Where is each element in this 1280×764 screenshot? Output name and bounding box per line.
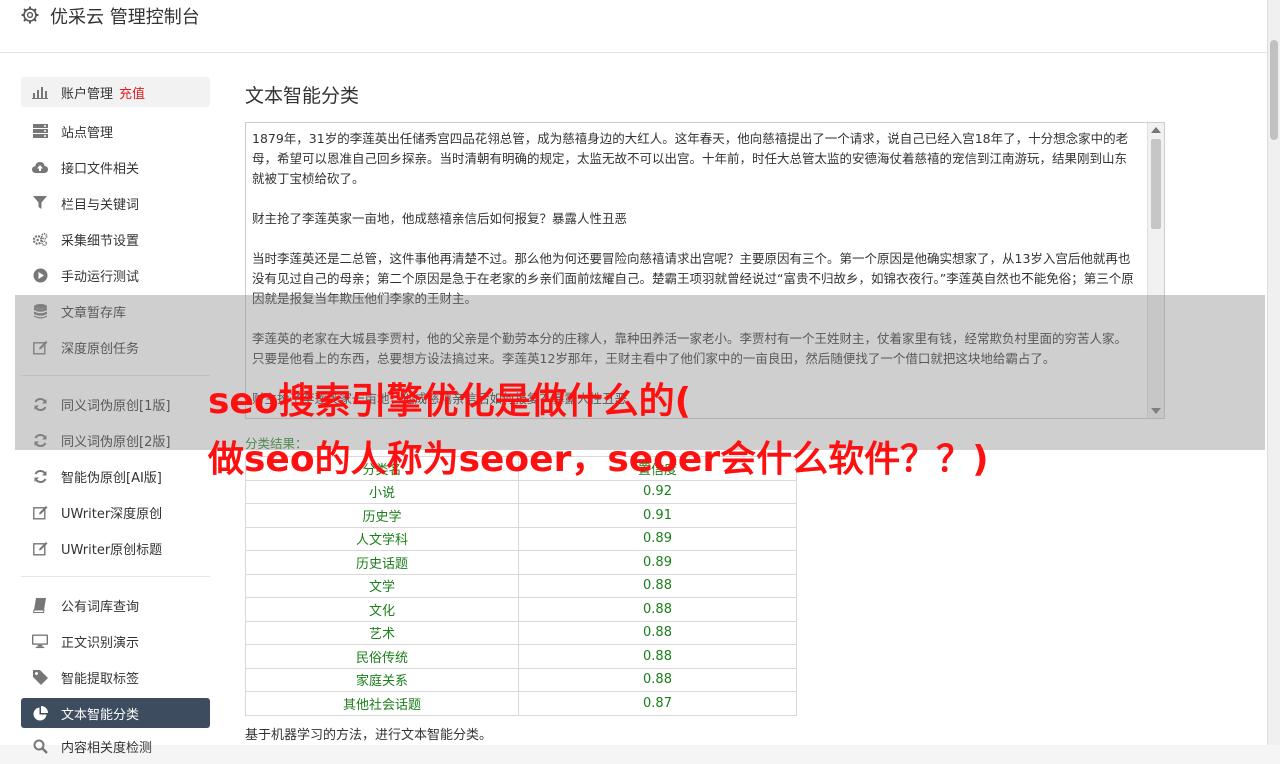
sidebar-item-label: 智能提取标签: [61, 671, 140, 687]
play-circle-icon: [32, 267, 48, 283]
category-cell: 历史学: [245, 503, 519, 528]
edit-icon: [32, 540, 48, 556]
scrollbar-thumb[interactable]: [1151, 139, 1161, 229]
category-cell: 小说: [245, 479, 519, 504]
confidence-cell: 0.88: [518, 667, 797, 692]
sidebar-item-label: 智能伪原创[AI版]: [61, 470, 162, 486]
sidebar-item-label: UWriter深度原创: [61, 506, 163, 522]
watermark-band: [15, 295, 1265, 450]
sidebar-item-body-detect[interactable]: 正文识别演示: [21, 623, 210, 659]
sidebar-item-uwriter-title[interactable]: UWriter原创标题: [21, 530, 210, 566]
sidebar-item-account[interactable]: 账户管理 充值: [21, 77, 210, 107]
sidebar-item-label: 内容相关度检测: [61, 740, 153, 756]
category-cell: 艺术: [245, 620, 519, 645]
sidebar-item-label: 账户管理: [61, 86, 114, 102]
confidence-cell: 0.89: [518, 550, 797, 575]
sidebar-item-label: 采集细节设置: [61, 233, 140, 249]
table-row: 文学 0.88: [245, 573, 797, 598]
confidence-cell: 0.87: [518, 691, 797, 716]
gears-icon: [32, 231, 48, 247]
confidence-cell: 0.89: [518, 526, 797, 551]
sidebar-item-label: 文本智能分类: [61, 707, 140, 723]
category-cell: 文学: [245, 573, 519, 598]
table-row: 其他社会话题 0.87: [245, 691, 797, 716]
confidence-cell: 0.91: [518, 503, 797, 528]
table-row: 艺术 0.88: [245, 620, 797, 645]
sidebar-item-columns-keywords[interactable]: 栏目与关键词: [21, 185, 210, 221]
category-cell: 历史话题: [245, 550, 519, 575]
result-table: 分类名 置信度 小说 0.92 历史学 0.91 人文学科 0.89 历史话题 0.89 文学 0…: [245, 456, 797, 716]
scroll-up-icon[interactable]: [1151, 127, 1161, 133]
app-title: 优采云 管理控制台: [50, 7, 200, 28]
table-row: 民俗传统 0.88: [245, 644, 797, 669]
footnote: 基于机器学习的方法，进行文本智能分类。: [245, 727, 493, 743]
sidebar-item-relevance[interactable]: 内容相关度检测: [21, 728, 210, 764]
confidence-cell: 0.88: [518, 573, 797, 598]
category-cell: 家庭关系: [245, 667, 519, 692]
table-row: 历史话题 0.89: [245, 550, 797, 575]
gear-icon: [21, 6, 39, 24]
sidebar-item-uwriter-deep[interactable]: UWriter深度原创: [21, 494, 210, 530]
bar-chart-icon: [32, 84, 48, 100]
table-row: 历史学 0.91: [245, 503, 797, 528]
sidebar-item-label: UWriter原创标题: [61, 542, 163, 558]
sidebar-item-sites[interactable]: 站点管理: [21, 113, 210, 149]
page-scrollbar-thumb[interactable]: [1270, 40, 1278, 140]
pie-chart-icon: [32, 705, 48, 721]
sidebar-item-label: 接口文件相关: [61, 161, 140, 177]
table-row: 小说 0.92: [245, 479, 797, 504]
confidence-cell: 0.92: [518, 479, 797, 504]
sidebar-item-label: 正文识别演示: [61, 635, 140, 651]
confidence-cell: 0.88: [518, 597, 797, 622]
watermark-line-2: 做seo的人称为seoer，seoer会什么软件？？): [208, 439, 989, 480]
sidebar-item-label: 公有词库查询: [61, 599, 140, 615]
table-row: 家庭关系 0.88: [245, 667, 797, 692]
sidebar-item-ai-rewrite[interactable]: 智能伪原创[AI版]: [21, 458, 210, 494]
recharge-link[interactable]: 充值: [119, 83, 145, 102]
watermark-line-1: seo搜索引擎优化是做什么的(: [208, 381, 692, 422]
table-row: 人文学科 0.89: [245, 526, 797, 551]
category-cell: 民俗传统: [245, 644, 519, 669]
book-icon: [32, 597, 48, 613]
page-title: 文本智能分类: [245, 85, 360, 107]
sidebar-item-public-lexicon[interactable]: 公有词库查询: [21, 587, 210, 623]
monitor-icon: [32, 633, 48, 649]
cloud-upload-icon: [32, 159, 48, 175]
confidence-cell: 0.88: [518, 620, 797, 645]
sidebar-divider: [21, 576, 210, 577]
top-bar: 优采云 管理控制台: [0, 0, 1268, 53]
category-cell: 人文学科: [245, 526, 519, 551]
page-scrollbar[interactable]: [1267, 0, 1280, 745]
search-icon: [32, 738, 48, 754]
sidebar-item-label: 栏目与关键词: [61, 197, 140, 213]
sidebar-item-collect-settings[interactable]: 采集细节设置: [21, 221, 210, 257]
sidebar-item-extract-tags[interactable]: 智能提取标签: [21, 659, 210, 695]
category-cell: 文化: [245, 597, 519, 622]
tag-icon: [32, 669, 48, 685]
edit-icon: [32, 504, 48, 520]
refresh-icon: [32, 468, 48, 484]
sidebar-item-text-classify[interactable]: 文本智能分类: [21, 698, 210, 728]
category-cell: 其他社会话题: [245, 691, 519, 716]
confidence-cell: 0.88: [518, 644, 797, 669]
filter-icon: [32, 195, 48, 211]
server-icon: [32, 123, 48, 139]
sidebar-item-label: 手动运行测试: [61, 269, 140, 285]
sidebar-item-manual-run[interactable]: 手动运行测试: [21, 257, 210, 293]
sidebar-item-api-files[interactable]: 接口文件相关: [21, 149, 210, 185]
sidebar-item-label: 站点管理: [61, 125, 114, 141]
table-row: 文化 0.88: [245, 597, 797, 622]
